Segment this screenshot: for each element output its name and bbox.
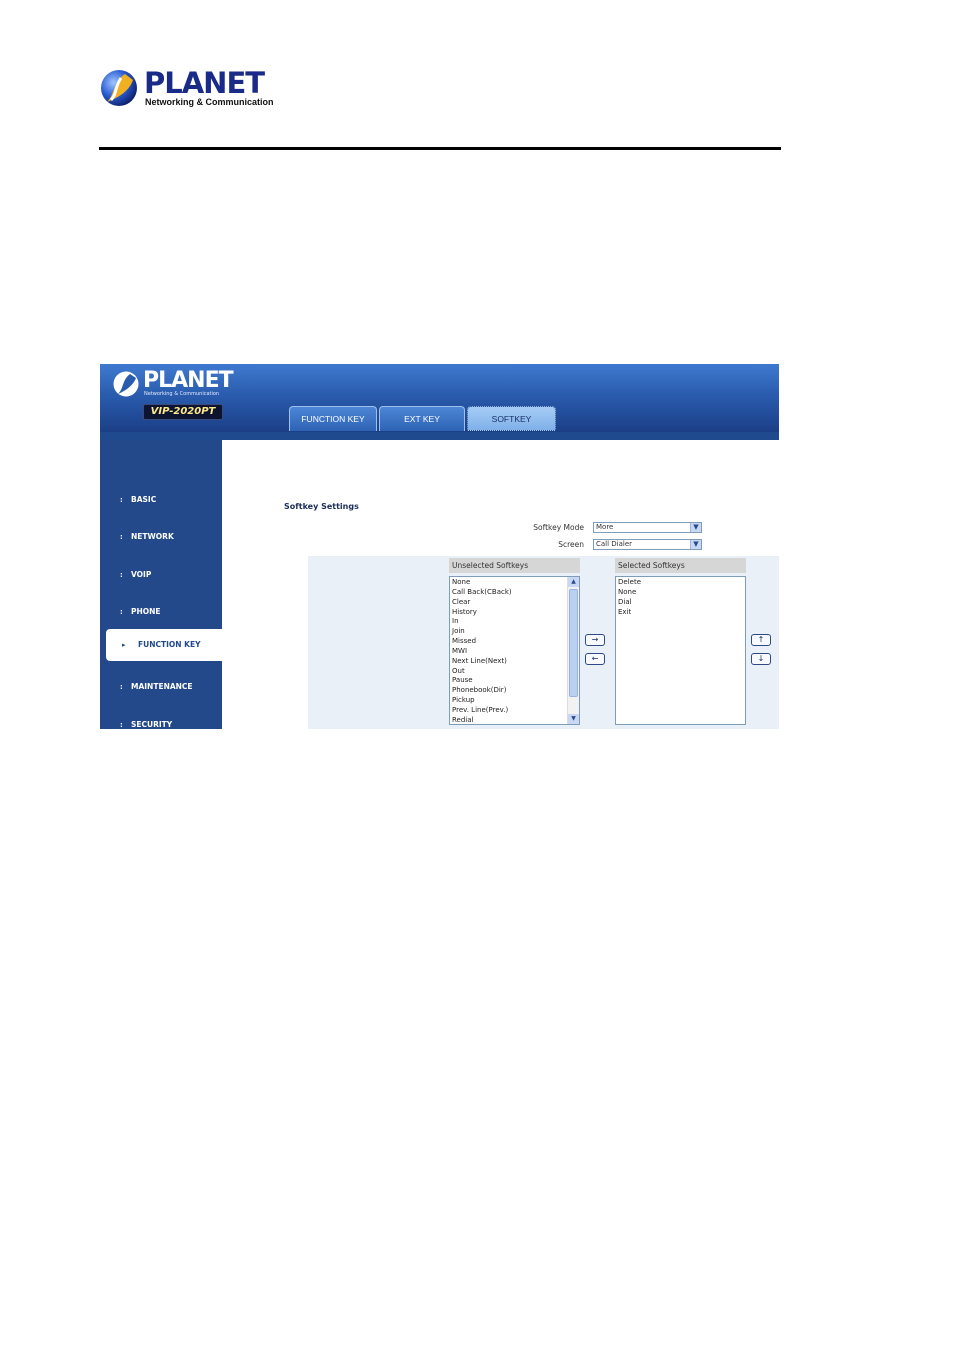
softkey-mode-label: Softkey Mode [533,523,584,532]
ui-header: PLANET Networking & Communication VIP-20… [100,364,779,432]
list-scrollbar[interactable]: ▲ ▼ [567,577,579,724]
selected-softkeys-list[interactable]: Delete None Dial Exit [615,576,746,725]
list-option[interactable]: None [616,587,745,597]
sidebar-item-label: PHONE [131,607,161,616]
chevron-down-icon[interactable]: ▼ [690,540,701,549]
planet-globe-icon [101,70,137,106]
brand-tagline: Networking & Communication [145,97,274,107]
list-option[interactable]: Dial [616,597,745,607]
move-up-button[interactable]: ↑ [751,634,771,646]
header-underline [100,432,779,440]
list-option[interactable]: In [450,616,579,626]
unselected-softkeys-header: Unselected Softkeys [449,558,580,573]
softkey-mode-select[interactable]: More ▼ [593,522,702,533]
ui-brand-tagline: Networking & Communication [144,391,220,397]
softkey-mode-value: More [596,523,614,531]
bullet-icon: : [120,571,123,579]
list-option[interactable]: MWI [450,646,579,656]
sidebar-item-label: NETWORK [131,532,174,541]
list-option[interactable]: Call Back(CBack) [450,587,579,597]
softkey-lists-panel: Unselected Softkeys None Call Back(CBack)… [308,556,779,729]
sidebar-item-security[interactable]: : SECURITY [100,715,222,729]
list-option[interactable]: Phonebook(Dir) [450,685,579,695]
web-ui-screenshot: PLANET Networking & Communication VIP-20… [100,364,779,729]
sidebar-item-label: MAINTENANCE [131,682,193,691]
list-option[interactable]: Redial [450,715,579,724]
list-option[interactable]: Out [450,666,579,676]
document-logo: PLANET Networking & Communication [99,66,274,110]
list-option[interactable]: None [450,577,579,587]
move-down-button[interactable]: ↓ [751,653,771,665]
tab-softkey[interactable]: SOFTKEY [467,406,556,431]
bullet-icon: : [120,721,123,729]
selected-softkeys-header: Selected Softkeys [615,558,746,573]
main-content: Softkey Settings Softkey Mode More ▼ Scr… [222,440,779,729]
list-option[interactable]: Join [450,626,579,636]
bullet-icon: : [120,533,123,541]
list-option[interactable]: Pause [450,675,579,685]
bullet-icon: : [120,683,123,691]
sidebar: : BASIC : NETWORK : VOIP : PHONE ▸ FUNCT… [100,440,222,729]
ui-logo: PLANET Networking & Communication [112,368,234,400]
list-option[interactable]: History [450,607,579,617]
list-option[interactable]: Prev. Line(Prev.) [450,705,579,715]
tab-function-key[interactable]: FUNCTION KEY [289,406,377,431]
list-option[interactable]: Pickup [450,695,579,705]
list-option[interactable]: Missed [450,636,579,646]
list-option[interactable]: Delete [616,577,745,587]
header-rule [99,147,781,150]
sidebar-item-network[interactable]: : NETWORK [100,527,222,547]
screen-label: Screen [558,540,584,549]
planet-globe-icon [113,371,139,397]
remove-softkey-button[interactable]: ← [585,653,605,665]
add-softkey-button[interactable]: → [585,634,605,646]
sidebar-item-basic[interactable]: : BASIC [100,490,222,510]
sidebar-item-label: VOIP [131,570,152,579]
bullet-icon: : [120,496,123,504]
sidebar-item-voip[interactable]: : VOIP [100,565,222,585]
sidebar-item-label: BASIC [131,495,157,504]
list-option[interactable]: Next Line(Next) [450,656,579,666]
scroll-down-icon[interactable]: ▼ [568,714,579,724]
chevron-down-icon[interactable]: ▼ [690,523,701,532]
list-option[interactable]: Exit [616,607,745,617]
unselected-softkeys-list[interactable]: None Call Back(CBack) Clear History In Join Mi… [449,576,580,725]
section-title: Softkey Settings [284,502,359,511]
screen-value: Call Dialer [596,540,633,548]
brand-name: PLANET [144,66,265,100]
scroll-thumb[interactable] [569,589,578,697]
model-badge: VIP-2020PT [143,404,223,420]
screen-select[interactable]: Call Dialer ▼ [593,539,702,550]
sidebar-item-maintenance[interactable]: : MAINTENANCE [100,677,222,697]
scroll-up-icon[interactable]: ▲ [568,577,579,587]
tab-ext-key[interactable]: EXT KEY [379,406,465,431]
bullet-icon: : [120,608,123,616]
sidebar-item-label: FUNCTION KEY [138,640,201,649]
sidebar-item-phone[interactable]: : PHONE [100,602,222,622]
sidebar-item-function-key[interactable]: ▸ FUNCTION KEY [106,629,222,661]
list-option[interactable]: Clear [450,597,579,607]
sidebar-item-label: SECURITY [131,720,173,729]
arrow-right-icon: ▸ [122,641,126,649]
